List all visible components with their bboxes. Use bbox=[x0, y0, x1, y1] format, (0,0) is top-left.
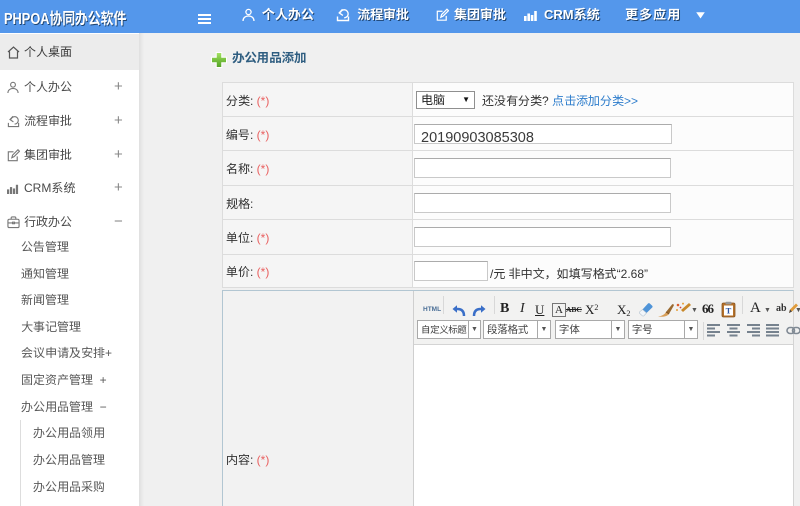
svg-text:T: T bbox=[726, 306, 732, 316]
